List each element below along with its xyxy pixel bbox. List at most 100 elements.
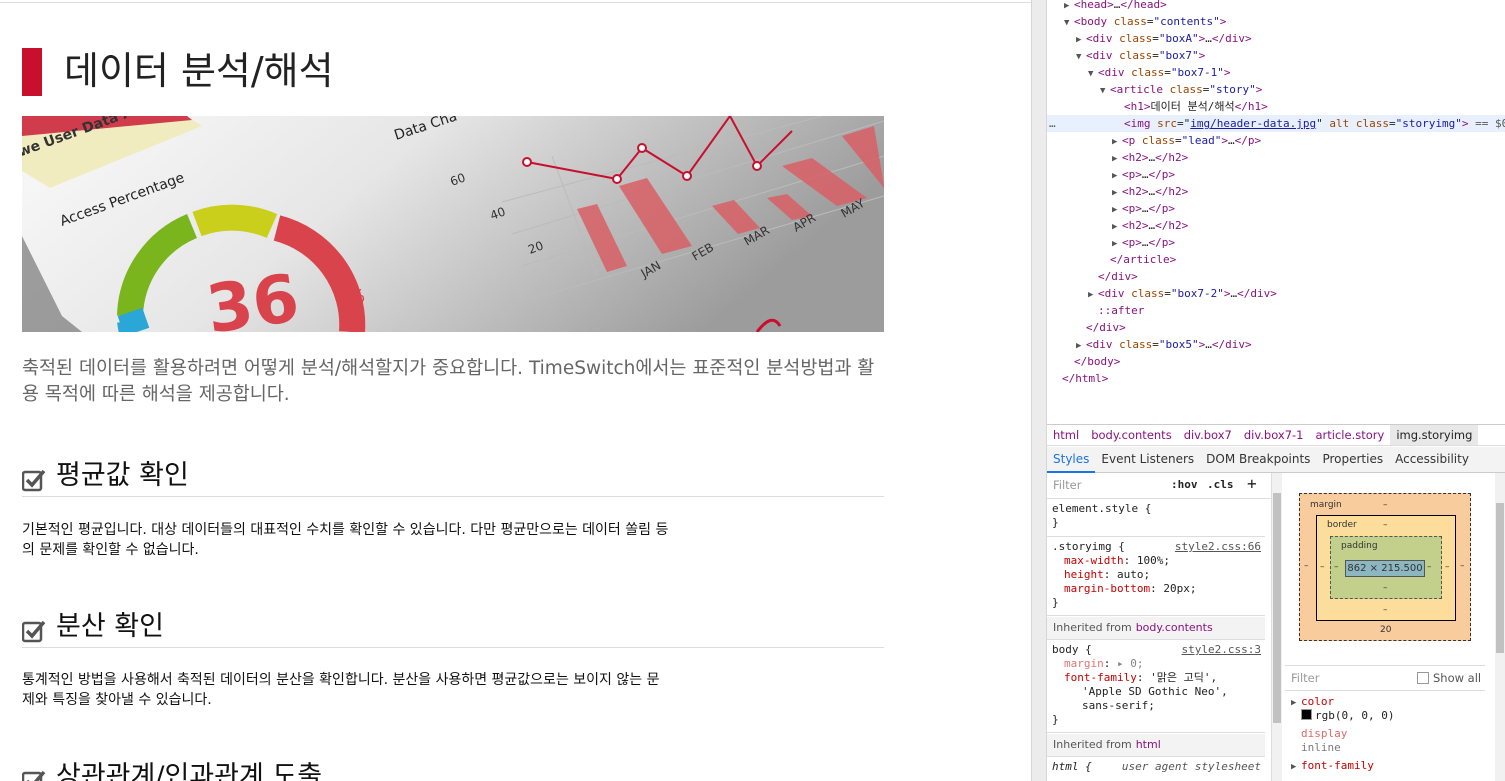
- boxmodel-margin-label: margin: [1310, 500, 1342, 510]
- boxmodel-border-right: –: [1445, 562, 1450, 572]
- section-heading-text: 평균값 확인: [56, 460, 189, 491]
- boxmodel-margin-left: –: [1304, 561, 1309, 571]
- computed-color-value: rgb(0, 0, 0): [1301, 709, 1394, 723]
- dom-node-html-close[interactable]: </html>: [1062, 370, 1108, 387]
- styles-scrollbar[interactable]: [1271, 473, 1282, 781]
- dom-node-body-close[interactable]: </body>: [1074, 353, 1120, 370]
- rule-storyimg[interactable]: .storyimg { style2.css:66 max-width: 100…: [1047, 537, 1265, 616]
- new-rule-plus-icon[interactable]: +: [1247, 474, 1257, 493]
- dom-node-article[interactable]: ▼ <article class="story">: [1100, 81, 1262, 98]
- style-prop-font-family[interactable]: font-family: '맑은 고딕',: [1064, 671, 1217, 685]
- elements-tree: ▶ <head>…</head> ▼ <body class="contents">…: [1047, 0, 1505, 424]
- inherited-html-link[interactable]: html: [1136, 738, 1161, 751]
- tab-accessibility[interactable]: Accessibility: [1389, 447, 1475, 472]
- boxmodel-margin-bottom: 20: [1380, 625, 1392, 635]
- dom-node-head[interactable]: ▶ <head>…</head>: [1064, 0, 1167, 13]
- hov-toggle-button[interactable]: :hov: [1171, 478, 1198, 491]
- style-prop-max-width[interactable]: max-width: 100%;: [1064, 554, 1170, 568]
- rule-html[interactable]: html { user agent stylesheet: [1047, 757, 1265, 781]
- computed-prop-font-family[interactable]: ▶ font-family: [1291, 759, 1374, 774]
- rule-brace: }: [1052, 596, 1059, 609]
- tab-properties[interactable]: Properties: [1316, 447, 1389, 472]
- dom-node-after[interactable]: ::after: [1098, 302, 1144, 319]
- rule-brace: }: [1052, 516, 1059, 529]
- color-swatch-icon[interactable]: [1301, 709, 1312, 720]
- dom-node-p-lead[interactable]: ▶ <p class="lead">…</p>: [1112, 132, 1261, 149]
- breadcrumb-article[interactable]: article.story: [1310, 425, 1391, 445]
- styles-pane: Filter :hov .cls + element.style { } .st…: [1047, 473, 1272, 781]
- rule-element-style[interactable]: element.style { }: [1047, 499, 1265, 537]
- rule-source-link[interactable]: style2.css:3: [1182, 643, 1261, 656]
- styles-filter-row: Filter :hov .cls +: [1047, 473, 1271, 499]
- dom-node-box7[interactable]: ▼ <div class="box7">: [1076, 47, 1205, 64]
- computed-prop-display[interactable]: display: [1301, 727, 1347, 741]
- dom-node-p[interactable]: ▶ <p>…</p>: [1112, 200, 1175, 217]
- section-heading-text: 분산 확인: [56, 611, 164, 642]
- boxmodel-padding-bottom: –: [1383, 583, 1388, 593]
- boxmodel-padding-left: –: [1334, 562, 1339, 572]
- style-prop-margin[interactable]: margin: ▸ 0;: [1064, 657, 1144, 671]
- rule-source-link[interactable]: style2.css:66: [1175, 540, 1261, 553]
- dom-node-article-close[interactable]: </article>: [1110, 251, 1176, 268]
- checkbox-checked-icon: [22, 469, 46, 492]
- computed-filter-row: Filter Show all: [1285, 665, 1485, 691]
- dom-node-box7-1[interactable]: ▼ <div class="box7-1">: [1088, 64, 1230, 81]
- computed-filter-input[interactable]: Filter: [1291, 671, 1319, 685]
- section-text-mean: 기본적인 평균입니다. 대상 데이터들의 대표적인 수치를 확인할 수 있습니다…: [22, 522, 669, 558]
- breadcrumb-img[interactable]: img.storyimg: [1390, 425, 1479, 445]
- font-family-value-line: 'Apple SD Gothic Neo',: [1082, 685, 1228, 698]
- dom-node-h1[interactable]: <h1>데이터 분석/해석</h1>: [1124, 98, 1268, 115]
- style-prop-height[interactable]: height: auto;: [1064, 568, 1150, 582]
- breadcrumb-body[interactable]: body.contents: [1085, 425, 1177, 445]
- hero-percent: 36: [202, 259, 304, 332]
- tab-event-listeners[interactable]: Event Listeners: [1095, 447, 1200, 472]
- computed-scrollbar-thumb[interactable]: [1496, 503, 1504, 653]
- computed-prop-color[interactable]: ▶ color: [1291, 695, 1334, 710]
- styles-scrollbar-thumb[interactable]: [1273, 493, 1281, 723]
- dom-node-h2[interactable]: ▶ <h2>…</h2>: [1112, 183, 1188, 200]
- style-prop-margin-bottom[interactable]: margin-bottom: 20px;: [1064, 582, 1196, 596]
- hero-image[interactable]: we User Data Analy Access Percentage 36 …: [22, 116, 884, 332]
- dom-node-p[interactable]: ▶ <p>…</p>: [1112, 234, 1175, 251]
- boxmodel-content-size[interactable]: 862 × 215.500: [1345, 560, 1425, 577]
- cls-toggle-button[interactable]: .cls: [1207, 478, 1234, 491]
- lead-paragraph: 축적된 데이터를 활용하려면 어떻게 분석/해석할지가 중요합니다. TimeS…: [22, 358, 875, 405]
- computed-display-value: inline: [1301, 741, 1341, 754]
- breadcrumb-box7[interactable]: div.box7: [1178, 425, 1238, 445]
- checkbox-checked-icon: [22, 770, 46, 781]
- inherited-from-body: Inherited from body.contents: [1047, 617, 1265, 640]
- dom-node-h2[interactable]: ▶ <h2>…</h2>: [1112, 149, 1188, 166]
- tab-styles[interactable]: Styles: [1047, 448, 1096, 473]
- devtools-panel: ▶ <head>…</head> ▼ <body class="contents">…: [1047, 0, 1505, 781]
- dom-node-box7-2[interactable]: ▶ <div class="box7-2">…</div>: [1088, 285, 1277, 302]
- rule-body[interactable]: body { style2.css:3 margin: ▸ 0; font-fa…: [1047, 640, 1265, 733]
- dom-node-p[interactable]: ▶ <p>…</p>: [1112, 166, 1175, 183]
- computed-scrollbar[interactable]: [1495, 473, 1505, 781]
- show-all-checkbox[interactable]: [1417, 672, 1429, 684]
- breadcrumb-box7-1[interactable]: div.box7-1: [1238, 425, 1310, 445]
- inherited-body-link[interactable]: body.contents: [1136, 621, 1213, 634]
- checkbox-checked-icon: [22, 620, 46, 643]
- dom-node-box5[interactable]: ▶ <div class="box5">…</div>: [1076, 336, 1252, 353]
- devtools-splitter[interactable]: [1031, 0, 1047, 781]
- show-all-label: Show all: [1433, 671, 1482, 685]
- page-title-text: 데이터 분석/해석: [64, 49, 334, 93]
- page-top-divider: [0, 2, 1031, 3]
- dom-node-img-selected[interactable]: … <img src="img/header-data.jpg" alt clas…: [1047, 115, 1505, 132]
- element-style-selector: element.style {: [1052, 502, 1152, 515]
- dom-node-boxA[interactable]: ▶ <div class="boxA">…</div>: [1076, 30, 1252, 47]
- dom-node-body[interactable]: ▼ <body class="contents">: [1064, 13, 1226, 30]
- hero-percent-sign: %: [348, 286, 365, 307]
- rule-selector: html {: [1052, 760, 1092, 773]
- dom-node-h2[interactable]: ▶ <h2>…</h2>: [1112, 217, 1188, 234]
- styles-filter-input[interactable]: Filter: [1053, 478, 1081, 492]
- dom-node-div-close[interactable]: </div>: [1098, 268, 1138, 285]
- tab-dom-breakpoints[interactable]: DOM Breakpoints: [1200, 447, 1316, 472]
- dom-node-div-close[interactable]: </div>: [1086, 319, 1126, 336]
- section-heading-correlation: 상관관계/인과관계 도출: [22, 761, 884, 781]
- inherited-from-html: Inherited from html: [1047, 734, 1265, 757]
- section-heading-mean: 평균값 확인: [22, 460, 884, 497]
- breadcrumb-html[interactable]: html: [1047, 425, 1085, 445]
- boxmodel-padding-label: padding: [1341, 541, 1378, 551]
- font-family-value-line: sans-serif;: [1082, 699, 1155, 712]
